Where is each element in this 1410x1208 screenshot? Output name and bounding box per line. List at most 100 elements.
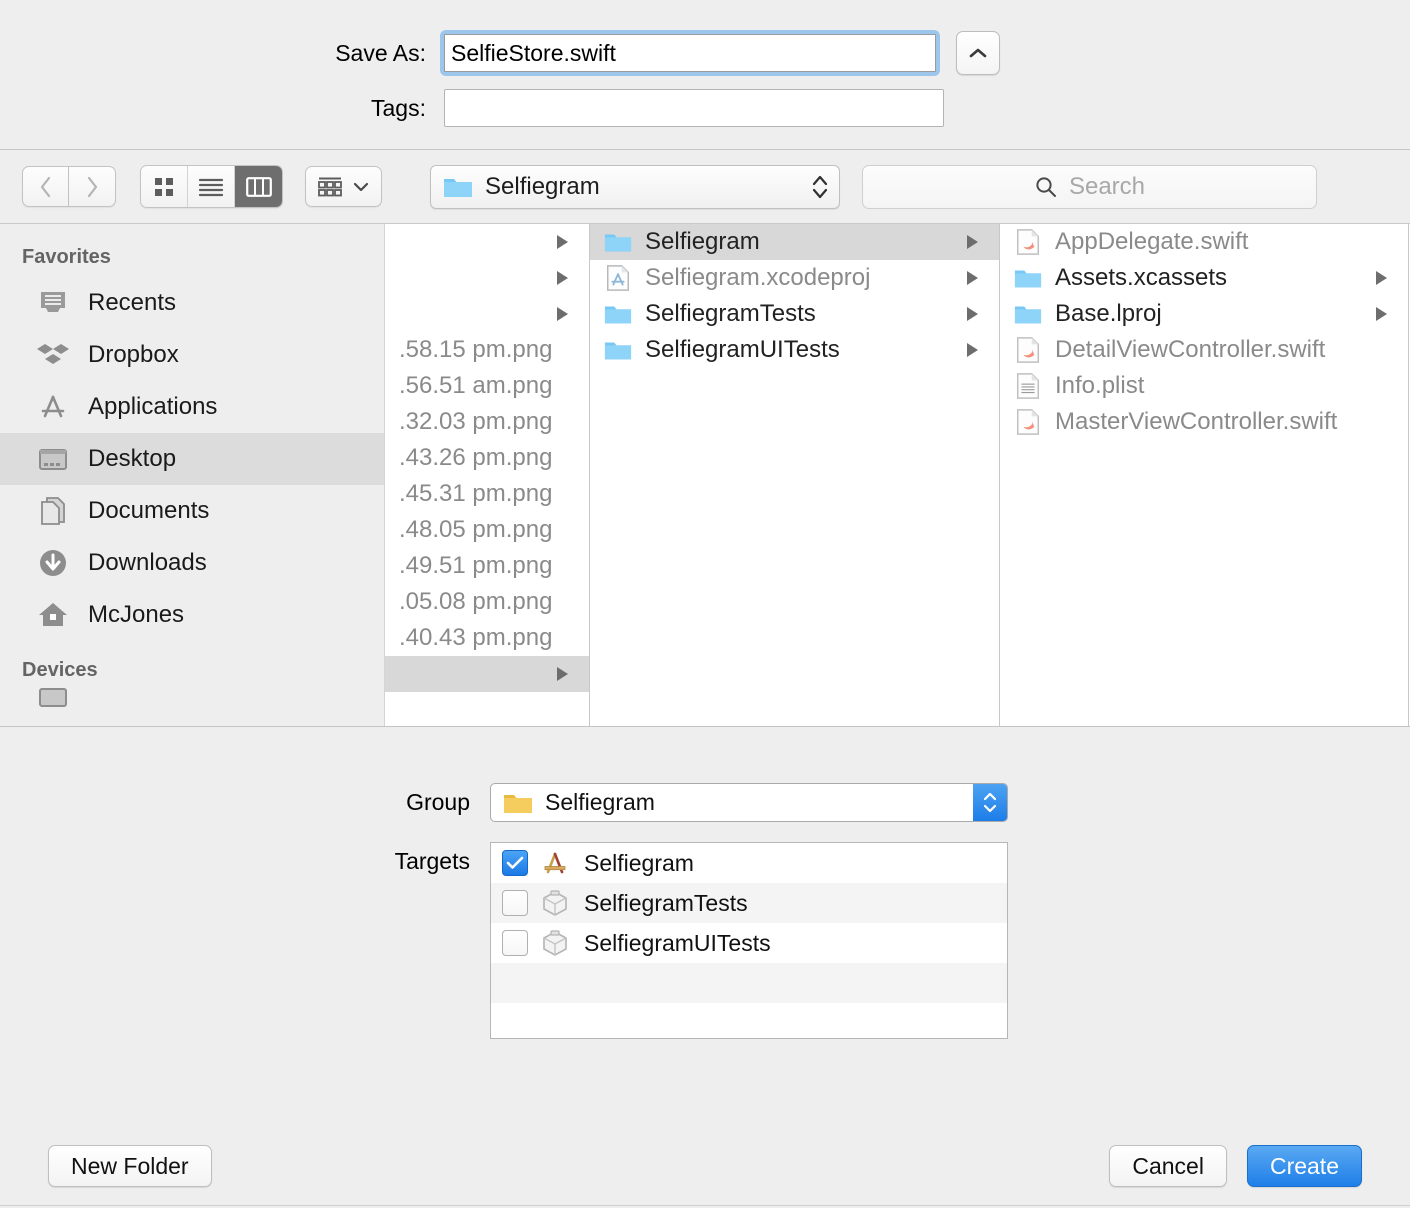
group-popup-button[interactable]: Selfiegram [490, 783, 1008, 822]
list-view-button[interactable] [188, 166, 235, 207]
disclosure-arrow-icon [557, 235, 579, 249]
sidebar-item-downloads[interactable]: Downloads [0, 537, 384, 589]
yellow-folder-icon [504, 794, 532, 813]
table-row[interactable]: Selfiegram [590, 224, 999, 260]
icon-view-button[interactable] [141, 166, 188, 207]
file-name: Base.lproj [1055, 300, 1162, 327]
list-item-empty [491, 1003, 1007, 1038]
table-row[interactable] [385, 224, 589, 260]
table-row[interactable]: DetailViewController.swift [1000, 332, 1408, 368]
group-stepper[interactable] [973, 784, 1007, 821]
file-name: .49.51 pm.png [399, 552, 553, 579]
table-row[interactable] [385, 296, 589, 332]
table-row[interactable]: Info.plist [1000, 368, 1408, 404]
file-name: Assets.xcassets [1055, 264, 1228, 291]
sidebar-item-dropbox[interactable]: Dropbox [0, 329, 384, 381]
save-dialog: Save As: Tags: [0, 0, 1410, 1208]
sidebar-item-label: Downloads [88, 549, 207, 576]
target-checkbox[interactable] [502, 850, 528, 876]
back-button[interactable] [22, 166, 69, 207]
table-row[interactable]: .43.26 pm.png [385, 440, 589, 476]
create-button[interactable]: Create [1246, 1145, 1362, 1187]
plist-file-icon [1016, 373, 1040, 399]
checkmark-icon [506, 856, 524, 869]
table-row[interactable]: Selfiegram.xcodeproj [590, 260, 999, 296]
sidebar-item-mcjones[interactable]: McJones [0, 589, 384, 641]
chevron-up-down-icon [812, 175, 828, 198]
disclosure-arrow-icon [1376, 271, 1398, 285]
swift-file-icon [1016, 229, 1040, 255]
sidebar-item-label: Dropbox [88, 341, 179, 368]
list-item[interactable]: Selfiegram [491, 843, 1007, 883]
home-icon [39, 603, 67, 626]
column-one[interactable]: .58.15 pm.png .56.51 am.png .32.03 pm.pn… [385, 224, 590, 726]
table-row[interactable] [385, 656, 589, 692]
target-checkbox[interactable] [502, 890, 528, 916]
sidebar-header-favorites: Favorites [22, 246, 111, 268]
file-name: .40.43 pm.png [399, 624, 553, 651]
sidebar-item-label: Applications [88, 393, 218, 420]
table-row[interactable]: .48.05 pm.png [385, 512, 589, 548]
blue-folder-icon [1014, 306, 1042, 324]
list-item[interactable]: SelfiegramUITests [491, 923, 1007, 963]
table-row[interactable]: .05.08 pm.png [385, 584, 589, 620]
chevron-up-icon [969, 48, 987, 58]
file-name: .58.15 pm.png [399, 336, 553, 363]
table-row[interactable]: MasterViewController.swift [1000, 404, 1408, 440]
table-row[interactable]: .40.43 pm.png [385, 620, 589, 656]
chevron-down-icon [983, 804, 997, 813]
collapse-panel-button[interactable] [956, 31, 1000, 75]
file-name: AppDelegate.swift [1055, 228, 1249, 255]
blue-folder-icon [604, 342, 632, 360]
new-folder-button[interactable]: New Folder [48, 1145, 212, 1187]
sidebar-item-desktop[interactable]: Desktop [0, 433, 384, 485]
table-row[interactable]: .45.31 pm.png [385, 476, 589, 512]
table-row[interactable]: Base.lproj [1000, 296, 1408, 332]
column-three[interactable]: AppDelegate.swift Assets.xcassets Base.l… [1000, 224, 1409, 726]
tags-row: Tags: [0, 89, 1410, 127]
search-placeholder: Search [1068, 172, 1146, 200]
sidebar-item-device-clipped[interactable] [0, 688, 384, 710]
table-row[interactable]: .58.15 pm.png [385, 332, 589, 368]
search-icon [1036, 176, 1056, 197]
chevron-down-icon [353, 182, 369, 191]
column-view-button[interactable] [235, 166, 282, 207]
sidebar-item-applications[interactable]: Applications [0, 381, 384, 433]
search-field[interactable]: Search [862, 164, 1317, 209]
cancel-button[interactable]: Cancel [1109, 1145, 1227, 1187]
list-icon [198, 178, 224, 196]
dropbox-icon [37, 344, 69, 364]
filename-input[interactable] [444, 34, 936, 72]
file-name: SelfiegramUITests [645, 336, 840, 363]
blue-folder-icon [604, 234, 632, 252]
view-mode-segmented-control [140, 165, 283, 208]
path-popup-button[interactable]: Selfiegram [430, 164, 840, 209]
table-row[interactable]: .32.03 pm.png [385, 404, 589, 440]
table-row[interactable]: .49.51 pm.png [385, 548, 589, 584]
recents-icon [41, 292, 65, 312]
arrange-button[interactable] [305, 166, 382, 207]
list-item[interactable]: SelfiegramTests [491, 883, 1007, 923]
table-row[interactable] [385, 260, 589, 296]
table-row[interactable]: Assets.xcassets [1000, 260, 1408, 296]
tags-input[interactable] [444, 89, 944, 127]
table-row[interactable]: SelfiegramUITests [590, 332, 999, 368]
target-name: Selfiegram [584, 849, 694, 876]
downloads-icon [40, 550, 66, 576]
file-name: Info.plist [1055, 372, 1145, 399]
target-checkbox[interactable] [502, 930, 528, 956]
forward-button[interactable] [69, 166, 116, 207]
desktop-icon [39, 449, 67, 470]
xcode-accessory-pane: Group Selfiegram Targets Selfiegram Self… [0, 727, 1410, 1127]
table-row[interactable]: SelfiegramTests [590, 296, 999, 332]
targets-list[interactable]: Selfiegram SelfiegramTests SelfiegramUIT… [490, 842, 1008, 1039]
table-row[interactable]: .56.51 am.png [385, 368, 589, 404]
sidebar-item-recents[interactable]: Recents [0, 277, 384, 329]
disclosure-arrow-icon [557, 667, 579, 681]
name-area: Save As: Tags: [0, 0, 1410, 150]
columns-icon [245, 176, 272, 197]
target-name: SelfiegramTests [584, 889, 748, 916]
sidebar-item-documents[interactable]: Documents [0, 485, 384, 537]
table-row[interactable]: AppDelegate.swift [1000, 224, 1408, 260]
column-two[interactable]: Selfiegram Selfiegram.xcodeproj Selfiegr… [590, 224, 1000, 726]
